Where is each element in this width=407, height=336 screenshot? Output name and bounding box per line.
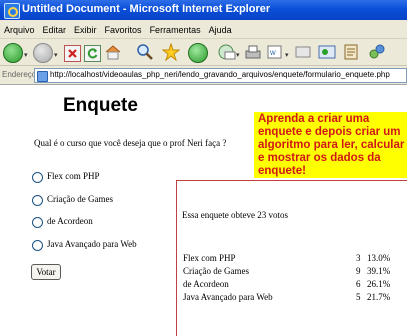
mail-icon[interactable] <box>218 43 236 61</box>
refresh-icon[interactable] <box>84 45 101 62</box>
result-row: Criação de Games 9 39.1% <box>183 266 403 278</box>
result-percent: 26.1% <box>367 279 391 289</box>
address-url[interactable]: http://localhost/videoaulas_php_neri/len… <box>50 70 390 79</box>
home-icon[interactable] <box>104 43 122 61</box>
menu-editar[interactable]: Editar <box>39 22 71 35</box>
address-bar: Endereço http://localhost/videoaulas_php… <box>0 66 407 85</box>
tools-icon[interactable] <box>368 43 386 61</box>
result-name: de Acordeon <box>183 279 229 289</box>
back-icon[interactable] <box>3 43 23 63</box>
history-icon[interactable] <box>188 43 208 63</box>
back-dropdown-icon[interactable]: ▾ <box>24 51 28 59</box>
poll-option-label: Criação de Games <box>47 194 113 204</box>
edit-icon[interactable]: W <box>266 43 284 61</box>
result-percent: 39.1% <box>367 266 391 276</box>
radio-button[interactable] <box>32 240 43 251</box>
result-count: 9 <box>356 266 361 276</box>
search-icon[interactable] <box>136 43 154 61</box>
results-panel: Essa enquete obteve 23 votos Flex com PH… <box>176 180 407 336</box>
forward-dropdown-icon[interactable]: ▾ <box>54 51 58 59</box>
favorites-icon[interactable] <box>161 42 181 62</box>
results-summary: Essa enquete obteve 23 votos <box>182 210 288 220</box>
result-percent: 21.7% <box>367 292 391 302</box>
result-name: Criação de Games <box>183 266 249 276</box>
ie-icon <box>4 3 20 19</box>
edit-dropdown-icon[interactable]: ▾ <box>285 51 289 59</box>
poll-question: Qual é o curso que você deseja que o pro… <box>34 138 227 148</box>
radio-button[interactable] <box>32 195 43 206</box>
window-title: Untitled Document - Microsoft Internet E… <box>22 3 271 15</box>
result-row: de Acordeon 6 26.1% <box>183 279 403 291</box>
promo-callout-text: Aprenda a criar uma enquete e depois cri… <box>258 113 405 177</box>
vote-button[interactable]: Votar <box>31 264 61 280</box>
menu-bar: Arquivo Editar Exibir Favoritos Ferramentas A… <box>0 20 407 39</box>
result-name: Java Avançado para Web <box>183 292 273 302</box>
result-name: Flex com PHP <box>183 253 236 263</box>
svg-text:W: W <box>270 51 276 57</box>
radio-button[interactable] <box>32 172 43 183</box>
page-icon <box>37 71 48 82</box>
page-content: Enquete Qual é o curso que você deseja q… <box>0 85 407 336</box>
result-count: 3 <box>356 253 361 263</box>
menu-exibir[interactable]: Exibir <box>70 22 101 35</box>
address-label: Endereço <box>2 70 37 79</box>
menu-favoritos[interactable]: Favoritos <box>101 22 146 35</box>
discuss-icon[interactable] <box>294 43 312 61</box>
research-icon[interactable] <box>342 43 360 61</box>
radio-button[interactable] <box>32 217 43 228</box>
print-icon[interactable] <box>244 43 262 61</box>
forward-icon[interactable] <box>33 43 53 63</box>
result-row: Java Avançado para Web 5 21.7% <box>183 292 403 304</box>
promo-callout: Aprenda a criar uma enquete e depois cri… <box>254 112 407 178</box>
toolbar: ▾ ▾ ▾ W ▾ <box>0 39 407 66</box>
mail-dropdown-icon[interactable]: ▾ <box>236 51 240 59</box>
result-row: Flex com PHP 3 13.0% <box>183 253 403 265</box>
poll-option-label: Flex com PHP <box>47 171 100 181</box>
poll-option-label: Java Avançado para Web <box>47 239 137 249</box>
result-percent: 13.0% <box>367 253 391 263</box>
result-count: 5 <box>356 292 361 302</box>
poll-option-label: de Acordeon <box>47 216 93 226</box>
page-heading: Enquete <box>63 95 138 116</box>
menu-ferramentas[interactable]: Ferramentas <box>146 22 205 35</box>
result-count: 6 <box>356 279 361 289</box>
messenger-icon[interactable] <box>318 43 336 61</box>
stop-icon[interactable] <box>64 45 81 62</box>
title-bar: Untitled Document - Microsoft Internet E… <box>0 0 407 20</box>
menu-ajuda[interactable]: Ajuda <box>205 22 236 35</box>
menu-arquivo[interactable]: Arquivo <box>0 22 39 35</box>
address-field[interactable]: http://localhost/videoaulas_php_neri/len… <box>34 68 407 83</box>
